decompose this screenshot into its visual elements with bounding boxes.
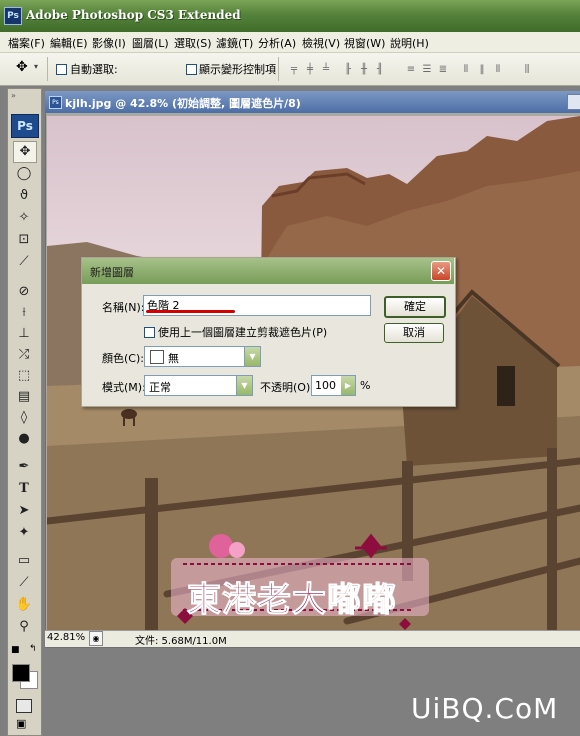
divider — [47, 57, 48, 81]
foreground-color-swatch[interactable] — [12, 664, 30, 682]
dodge-tool-icon[interactable]: ● — [13, 429, 35, 449]
distribute-right-icon[interactable]: ⫴ — [491, 63, 505, 77]
chevron-right-icon[interactable]: ▶ — [341, 376, 355, 395]
menu-image[interactable]: 影像(I) — [92, 35, 126, 51]
ok-button[interactable]: 確定 — [384, 296, 446, 318]
close-icon[interactable]: ✕ — [431, 261, 451, 281]
menu-layer[interactable]: 圖層(L) — [132, 35, 169, 51]
show-transform-label: 顯示變形控制項 — [199, 63, 276, 76]
divider — [278, 57, 279, 81]
status-bar: 42.81% ◉ 文件: 5.68M/11.0M — [45, 630, 580, 647]
distribute-hcenter-icon[interactable]: ‖ — [475, 63, 489, 77]
clone-stamp-tool-icon[interactable]: ⊥ — [13, 324, 35, 344]
mode-label: 模式(M): — [102, 381, 146, 394]
maximize-icon[interactable] — [567, 94, 580, 110]
align-left-icon[interactable]: ╟ — [341, 63, 355, 77]
name-label: 名稱(N): — [102, 301, 145, 314]
file-size-info: 文件: 5.68M/11.0M — [135, 636, 227, 647]
site-watermark: UiBQ.CoM — [411, 692, 559, 725]
distribute-top-icon[interactable]: ≡ — [404, 63, 418, 77]
mode-dropdown[interactable]: 正常 ▼ — [144, 375, 253, 396]
screen-mode-icon[interactable]: ▣ — [16, 717, 26, 730]
zoom-tool-icon[interactable]: ⚲ — [13, 617, 35, 637]
opacity-value: 100 — [315, 379, 336, 392]
menu-filter[interactable]: 濾鏡(T) — [216, 35, 253, 51]
menu-bar: 檔案(F) 編輯(E) 影像(I) 圖層(L) 選取(S) 濾鏡(T) 分析(A… — [0, 32, 580, 53]
healing-brush-tool-icon[interactable]: ⊘ — [13, 282, 35, 302]
document-icon: Ps — [49, 96, 62, 109]
crop-tool-icon[interactable]: ⊡ — [13, 230, 35, 250]
cancel-button[interactable]: 取消 — [384, 323, 444, 343]
hand-tool-icon[interactable]: ✋ — [13, 595, 35, 615]
notes-tool-icon[interactable]: ▭ — [13, 551, 35, 571]
move-tool-icon[interactable]: ✥ — [13, 141, 37, 163]
opacity-label: 不透明(O): — [260, 381, 314, 394]
chevron-down-icon: ▼ — [244, 347, 260, 366]
align-vcenter-icon[interactable]: ╪ — [303, 63, 317, 77]
distribute-bottom-icon[interactable]: ≣ — [436, 63, 450, 77]
document-title: kjlh.jpg @ 42.8% (初始調整, 圖層遮色片/8) — [65, 97, 301, 110]
menu-file[interactable]: 檔案(F) — [8, 35, 45, 51]
brush-tool-icon[interactable]: ⟊ — [13, 303, 35, 323]
clip-mask-checkbox[interactable] — [144, 325, 155, 338]
app-title: Adobe Photoshop CS3 Extended — [26, 8, 241, 22]
toolbox-collapse-icon[interactable]: » — [11, 91, 16, 100]
menu-edit[interactable]: 編輯(E) — [50, 35, 88, 51]
auto-select-label: 自動選取: — [70, 63, 118, 76]
default-colors-icon[interactable]: ■ — [11, 645, 20, 655]
watermark-text: 東港老大嘟嘟 — [187, 580, 397, 621]
signature-watermark: 東港老大嘟嘟 — [163, 528, 438, 636]
align-top-icon[interactable]: ╤ — [287, 63, 301, 77]
ps-logo-icon[interactable]: Ps — [11, 114, 39, 138]
eraser-tool-icon[interactable]: ⬚ — [13, 366, 35, 386]
photoshop-app-icon: Ps — [4, 7, 22, 25]
clip-mask-label: 使用上一個圖層建立剪裁遮色片(P) — [158, 326, 328, 339]
eyedropper-tool-icon[interactable]: ⟋ — [13, 573, 35, 593]
menu-window[interactable]: 視窗(W) — [344, 35, 385, 51]
distribute-left-icon[interactable]: ⦀ — [459, 63, 473, 77]
color-label: 顏色(C): — [102, 352, 144, 365]
swap-colors-icon[interactable]: ↰ — [29, 644, 37, 654]
distribute-vcenter-icon[interactable]: ☰ — [420, 63, 434, 77]
color-dropdown[interactable]: 無 ▼ — [144, 346, 261, 367]
menu-help[interactable]: 說明(H) — [390, 35, 429, 51]
toolbox: » Ps ✥ ◯ ϑ ✧ ⊡ ⟋ ⊘ ⟊ ⊥ ⤮ ⬚ ▤ ◊ ● ✒ T ➤ ✦… — [7, 88, 42, 736]
slice-tool-icon[interactable]: ⟋ — [13, 252, 35, 272]
align-bottom-icon[interactable]: ╧ — [319, 63, 333, 77]
chevron-down-icon: ▼ — [236, 376, 252, 395]
menu-analysis[interactable]: 分析(A) — [258, 35, 296, 51]
magic-wand-tool-icon[interactable]: ✧ — [13, 208, 35, 228]
show-transform-checkbox[interactable] — [186, 62, 197, 75]
dialog-title: 新增圖層 — [90, 266, 134, 279]
document-title-bar[interactable]: Ps kjlh.jpg @ 42.8% (初始調整, 圖層遮色片/8) — [45, 91, 580, 113]
menu-view[interactable]: 檢視(V) — [302, 35, 340, 51]
opacity-unit: % — [360, 379, 371, 392]
red-underline-annotation — [146, 310, 235, 313]
mode-value: 正常 — [149, 381, 171, 394]
align-hcenter-icon[interactable]: ╫ — [357, 63, 371, 77]
tool-preset-chevron-icon[interactable]: ▾ — [34, 62, 38, 71]
marquee-tool-icon[interactable]: ◯ — [13, 164, 35, 184]
blur-tool-icon[interactable]: ◊ — [13, 408, 35, 428]
gradient-tool-icon[interactable]: ▤ — [13, 387, 35, 407]
path-selection-tool-icon[interactable]: ➤ — [13, 501, 35, 521]
app-title-bar: Ps Adobe Photoshop CS3 Extended — [0, 0, 580, 32]
auto-align-icon[interactable]: ⫼ — [520, 63, 534, 77]
pen-tool-icon[interactable]: ✒ — [13, 457, 35, 477]
lasso-tool-icon[interactable]: ϑ — [13, 186, 35, 206]
menu-select[interactable]: 選取(S) — [174, 35, 212, 51]
align-right-icon[interactable]: ╢ — [373, 63, 387, 77]
history-brush-tool-icon[interactable]: ⤮ — [13, 345, 35, 365]
move-tool-icon[interactable]: ✥ — [16, 59, 28, 75]
dialog-title-bar[interactable]: 新增圖層 ✕ — [82, 258, 454, 284]
quick-mask-icon[interactable] — [16, 699, 32, 713]
type-tool-icon[interactable]: T — [13, 479, 35, 499]
shape-tool-icon[interactable]: ✦ — [13, 523, 35, 543]
auto-select-checkbox[interactable] — [56, 62, 67, 75]
status-info-icon[interactable]: ◉ — [89, 631, 103, 646]
opacity-field[interactable]: 100 ▶ — [311, 375, 356, 396]
zoom-level[interactable]: 42.81% — [47, 632, 85, 643]
color-swatch — [150, 350, 164, 364]
color-value: 無 — [168, 352, 179, 365]
